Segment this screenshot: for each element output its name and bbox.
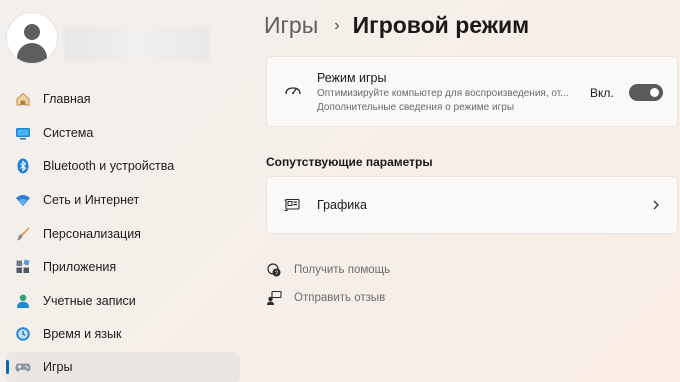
avatar[interactable] bbox=[6, 12, 58, 64]
sidebar-item-label: Персонализация bbox=[43, 227, 141, 241]
sidebar-item-label: Bluetooth и устройства bbox=[43, 159, 175, 173]
sidebar-item-label: Система bbox=[43, 126, 94, 140]
avatar-head bbox=[24, 24, 40, 40]
user-name-blurred bbox=[64, 26, 210, 62]
toggle-knob bbox=[650, 88, 659, 97]
game-mode-toggle[interactable] bbox=[629, 84, 663, 101]
get-help-label: Получить помощь bbox=[294, 264, 391, 276]
wifi-icon bbox=[15, 192, 31, 208]
graphics-card-icon bbox=[284, 198, 300, 212]
send-feedback-link[interactable]: Отправить отзыв bbox=[266, 290, 385, 306]
sidebar-item-label: Главная bbox=[43, 92, 91, 106]
sidebar-item-label: Учетные записи bbox=[43, 294, 136, 308]
bluetooth-icon bbox=[15, 158, 31, 174]
system-icon bbox=[15, 125, 31, 141]
sidebar-item-label: Время и язык bbox=[43, 327, 122, 341]
breadcrumb-separator: › bbox=[334, 16, 340, 34]
sidebar-item-bluetooth[interactable]: Bluetooth и устройства bbox=[6, 151, 240, 181]
graphics-card[interactable]: Графика bbox=[266, 176, 678, 234]
graphics-label: Графика bbox=[317, 198, 367, 212]
breadcrumb: Игры › Игровой режим bbox=[264, 12, 529, 39]
toggle-state-label: Вкл. bbox=[590, 86, 614, 100]
sidebar-item-label: Игры bbox=[43, 360, 73, 374]
home-icon bbox=[15, 91, 31, 107]
gaming-icon bbox=[15, 359, 31, 375]
sidebar-item-accounts[interactable]: Учетные записи bbox=[6, 286, 240, 316]
game-mode-title: Режим игры bbox=[317, 71, 387, 85]
apps-icon bbox=[15, 259, 31, 275]
sidebar-item-time-language[interactable]: Время и язык bbox=[6, 319, 240, 349]
send-feedback-label: Отправить отзыв bbox=[294, 292, 386, 304]
help-icon: ? bbox=[266, 262, 282, 278]
page-title: Игровой режим bbox=[352, 12, 530, 38]
related-settings-heading: Сопутствующие параметры bbox=[266, 155, 433, 169]
sidebar-item-network[interactable]: Сеть и Интернет bbox=[6, 185, 240, 215]
get-help-link[interactable]: ? Получить помощь bbox=[266, 262, 390, 278]
game-mode-card: Режим игры Оптимизируйте компьютер для в… bbox=[266, 56, 678, 127]
sidebar-item-label: Приложения bbox=[43, 260, 117, 274]
game-mode-icon bbox=[284, 82, 302, 100]
sidebar: Главная Система Bluetooth и устройства С… bbox=[0, 0, 246, 382]
breadcrumb-parent[interactable]: Игры bbox=[264, 12, 318, 39]
feedback-icon bbox=[266, 290, 282, 306]
sidebar-item-personalization[interactable]: Персонализация bbox=[6, 219, 240, 249]
avatar-body bbox=[17, 43, 47, 63]
sidebar-item-system[interactable]: Система bbox=[6, 118, 240, 148]
sidebar-item-gaming[interactable]: Игры bbox=[6, 352, 240, 382]
time-language-icon bbox=[15, 326, 31, 342]
chevron-right-icon bbox=[651, 198, 661, 210]
sidebar-item-home[interactable]: Главная bbox=[6, 84, 240, 114]
sidebar-item-label: Сеть и Интернет bbox=[43, 193, 140, 207]
sidebar-item-apps[interactable]: Приложения bbox=[6, 252, 240, 282]
game-mode-description: Оптимизируйте компьютер для воспроизведе… bbox=[317, 88, 569, 99]
game-mode-more-info: Дополнительные сведения о режиме игры bbox=[317, 102, 515, 113]
brush-icon bbox=[15, 226, 31, 242]
accounts-icon bbox=[15, 293, 31, 309]
